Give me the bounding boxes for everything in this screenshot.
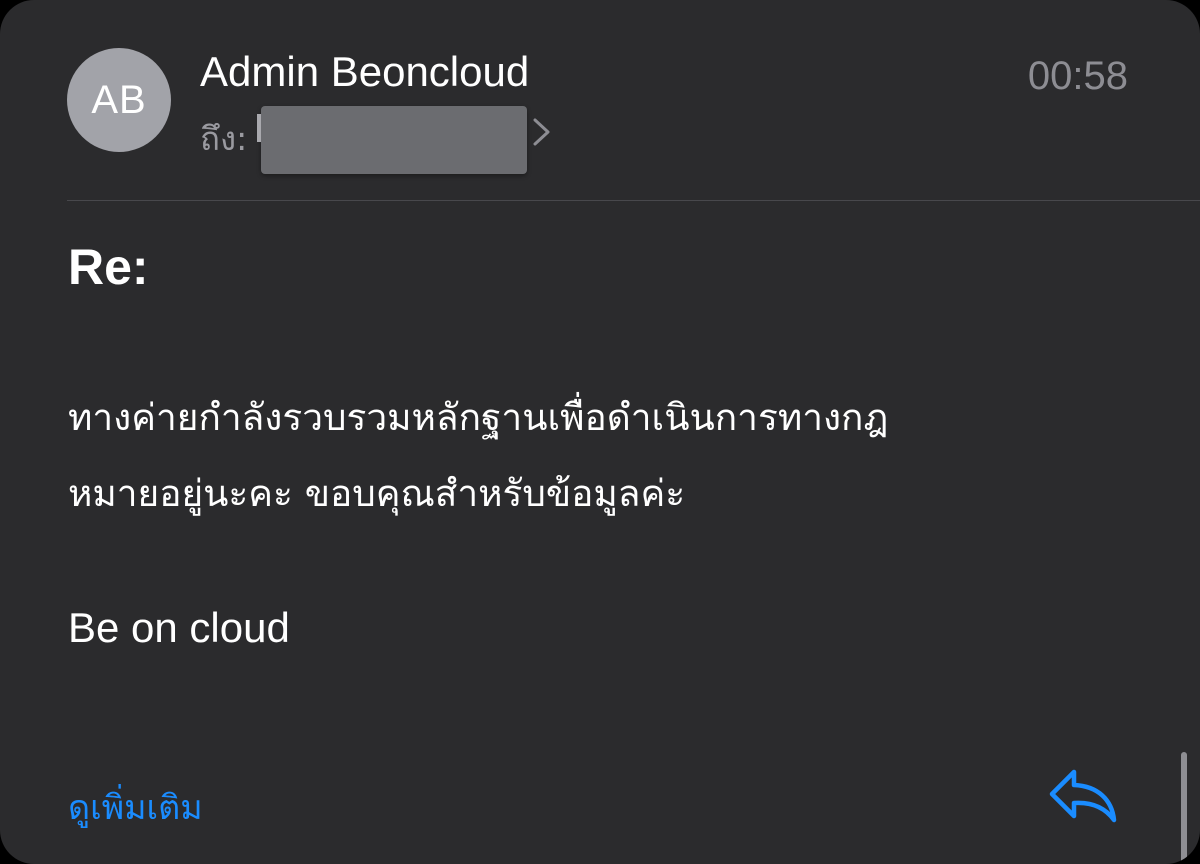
email-preview-card: AB Admin Beoncloud 00:58 ถึง: Re: ทางค่า… [0,0,1200,864]
recipient-row[interactable]: ถึง: [200,106,553,176]
email-body: ทางค่ายกำลังรวบรวมหลักฐานเพื่อดำเนินการท… [68,380,1138,532]
avatar-initials: AB [91,77,147,122]
chevron-right-icon[interactable] [531,112,553,152]
email-subject: Re: [68,239,149,295]
email-body-line: ทางค่ายกำลังรวบรวมหลักฐานเพื่อดำเนินการท… [68,396,889,439]
scrollbar[interactable] [1181,752,1187,864]
email-body-line: หมายอยู่นะคะ ขอบคุณสำหรับข้อมูลค่ะ [68,472,686,515]
email-time: 00:58 [1027,54,1128,98]
see-more-link[interactable]: ดูเพิ่มเติม [68,780,203,834]
email-signature: Be on cloud [68,604,290,651]
header-divider [67,200,1200,201]
avatar[interactable]: AB [67,48,171,152]
to-label: ถึง: [200,119,248,158]
sender-name[interactable]: Admin Beoncloud [200,48,529,96]
reply-arrow-icon[interactable] [1046,764,1120,826]
redacted-recipient [257,106,528,174]
